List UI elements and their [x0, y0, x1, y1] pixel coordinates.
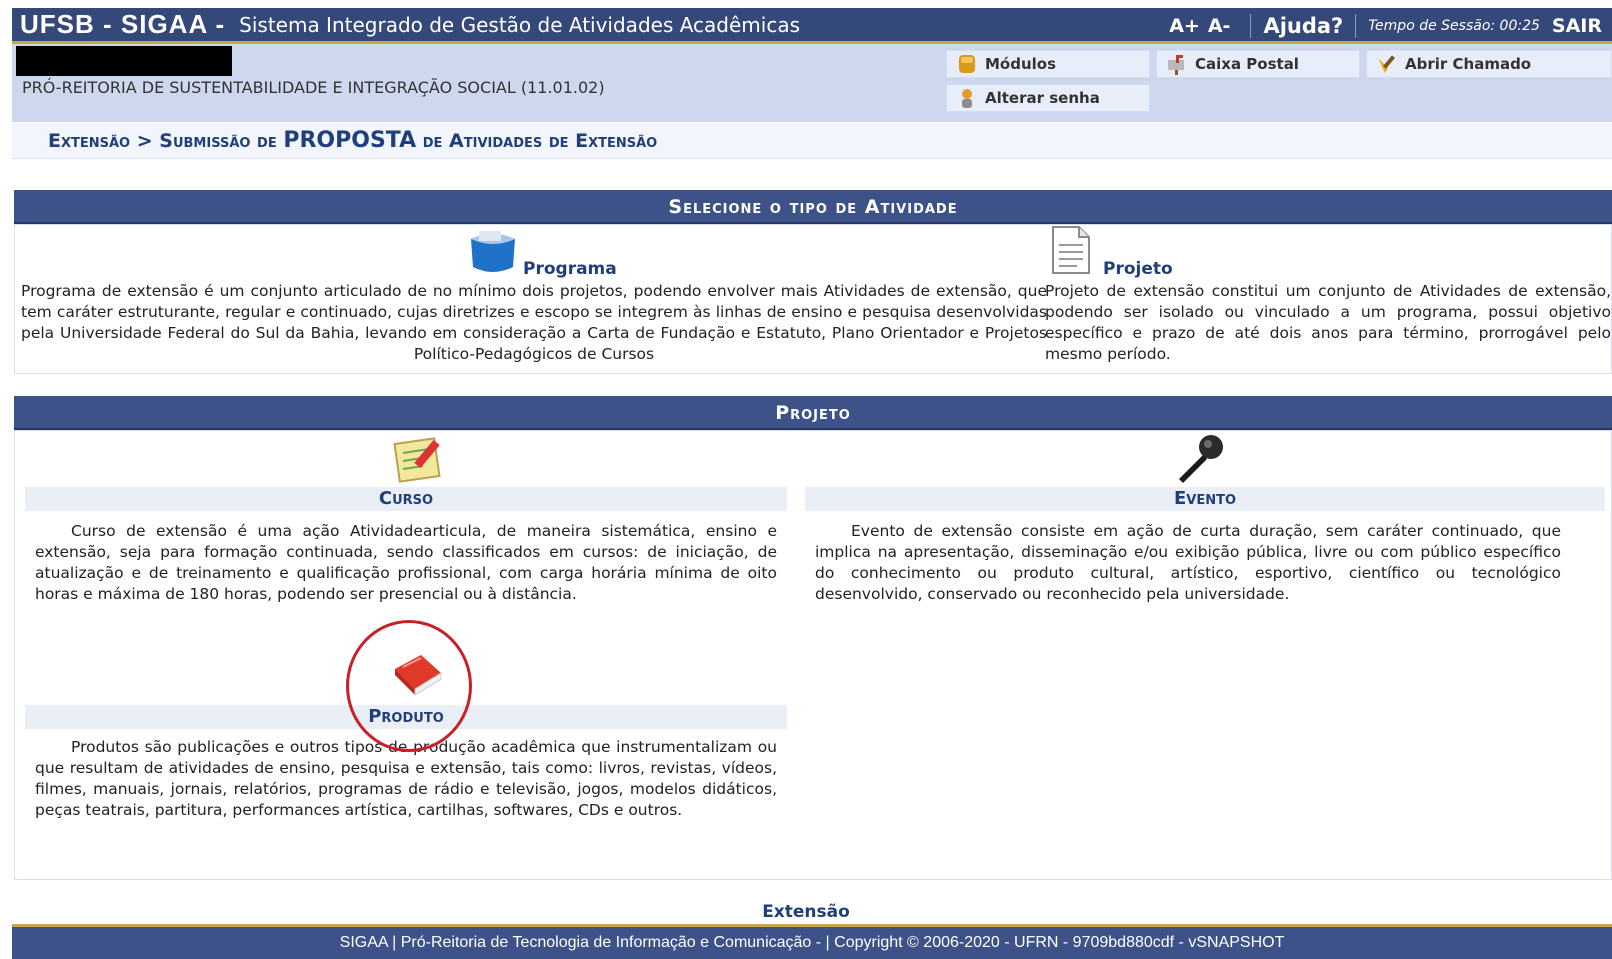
redacted-username — [16, 46, 232, 76]
help-link[interactable]: Ajuda? — [1263, 14, 1343, 38]
section-header-projeto: Projeto — [14, 396, 1612, 430]
curso-notepad-icon — [393, 435, 447, 487]
breadcrumb: Extensão > Submissão de PROPOSTA de Ativ… — [12, 123, 1612, 159]
font-decrease-button[interactable]: A- — [1208, 15, 1231, 37]
divider — [1355, 14, 1357, 38]
top-header-bar: UFSB - SIGAA - Sistema Integrado de Gest… — [12, 8, 1612, 44]
mailbox-button[interactable]: Caixa Postal — [1156, 50, 1360, 78]
curso-description: Curso de extensão é uma ação Atividadear… — [35, 522, 777, 603]
modules-label: Módulos — [985, 55, 1057, 73]
mailbox-label: Caixa Postal — [1195, 55, 1299, 73]
header-controls: A+ A- Ajuda? Tempo de Sessão: 00:25 SAIR — [1169, 8, 1602, 44]
logout-button[interactable]: SAIR — [1552, 15, 1602, 37]
programa-label[interactable]: Programa — [523, 259, 617, 279]
programa-option[interactable]: Programa Programa de extensão é um conju… — [19, 225, 1049, 375]
modules-button[interactable]: Módulos — [946, 50, 1150, 78]
ticket-icon — [1375, 52, 1399, 76]
evento-description: Evento de extensão consiste em ação de c… — [815, 522, 1561, 603]
mailbox-icon — [1165, 52, 1189, 76]
breadcrumb-extensao: Extensão > — [48, 129, 153, 152]
breadcrumb-proposta: PROPOSTA — [283, 128, 417, 153]
produto-title[interactable]: Produto — [25, 705, 787, 729]
change-password-label: Alterar senha — [985, 89, 1100, 107]
projeto-label[interactable]: Projeto — [1103, 259, 1173, 279]
produto-book-icon — [391, 651, 445, 703]
change-password-button[interactable]: Alterar senha — [946, 84, 1150, 112]
system-name: Sistema Integrado de Gestão de Atividade… — [239, 12, 801, 37]
projeto-option[interactable]: Projeto Projeto de extensão constitui um… — [1045, 225, 1612, 375]
footer-module-name: Extensão — [762, 902, 850, 922]
evento-title[interactable]: Evento — [805, 487, 1605, 511]
footer-bar: SIGAA | Pró-Reitoria de Tecnologia de In… — [12, 924, 1612, 959]
programa-icon — [467, 229, 519, 279]
projeto-document-icon — [1049, 225, 1093, 279]
produto-description: Produtos são publicações e outros tipos … — [35, 738, 777, 819]
divider — [1250, 14, 1252, 38]
modules-icon — [955, 52, 979, 76]
programa-description: Programa de extensão é um conjunto artic… — [21, 282, 1047, 363]
open-ticket-button[interactable]: Abrir Chamado — [1366, 50, 1612, 78]
activity-type-panel: Programa Programa de extensão é um conju… — [14, 224, 1612, 374]
open-ticket-label: Abrir Chamado — [1405, 55, 1532, 73]
projeto-description: Projeto de extensão constitui um conjunt… — [1045, 282, 1611, 363]
password-user-icon — [955, 86, 979, 110]
curso-title[interactable]: Curso — [25, 487, 787, 511]
breadcrumb-atividades: de Atividades de Extensão — [422, 129, 658, 152]
evento-microphone-icon — [1173, 433, 1229, 489]
session-timer: Tempo de Sessão: 00:25 — [1368, 18, 1540, 34]
user-info-bar: PRÓ-REITORIA DE SUSTENTABILIDADE E INTEG… — [12, 44, 1612, 122]
section-header-select-type: Selecione o tipo de Atividade — [14, 190, 1612, 224]
font-increase-button[interactable]: A+ — [1169, 15, 1200, 37]
brand-title: UFSB - SIGAA - — [20, 9, 226, 39]
breadcrumb-submissao: Submissão de — [159, 129, 277, 152]
unit-name: PRÓ-REITORIA DE SUSTENTABILIDADE E INTEG… — [22, 78, 605, 97]
projeto-types-panel: Curso Curso de extensão é uma ação Ativi… — [14, 430, 1612, 880]
